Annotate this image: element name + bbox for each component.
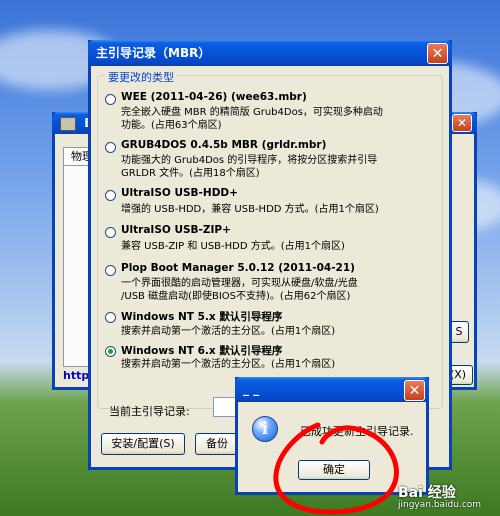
desktop: { "back_window": { "title_prefix": "BO",… (0, 0, 500, 516)
watermark-url: jingyan.baidu.com (398, 500, 482, 510)
red-annotation (273, 422, 399, 515)
annotation-circle (273, 422, 399, 515)
watermark-brand: Bai 经验 (398, 485, 456, 501)
